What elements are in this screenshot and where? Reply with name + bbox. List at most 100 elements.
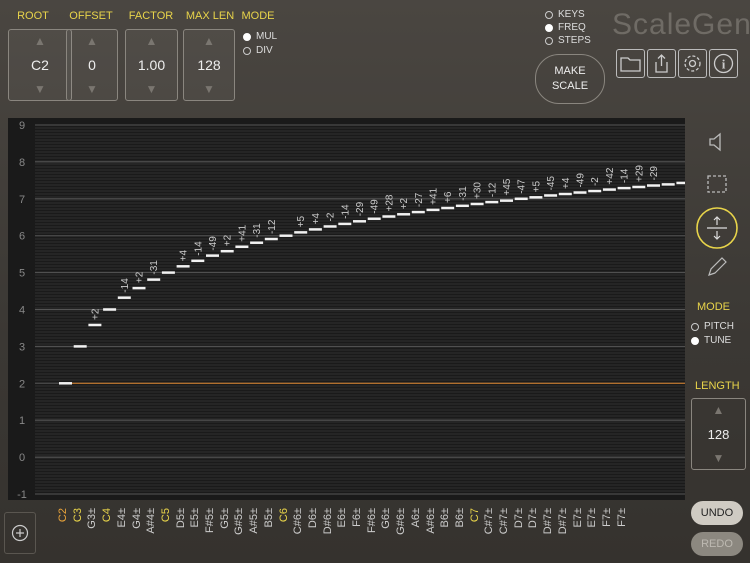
- radio-unselected-icon: [691, 322, 699, 331]
- view-keys-label: KEYS: [558, 9, 585, 20]
- cents-label: +2: [135, 271, 146, 283]
- note-label: E6±: [336, 508, 349, 528]
- redo-button[interactable]: REDO: [691, 532, 743, 556]
- cents-label: +4: [561, 177, 572, 189]
- note-label: F#5±: [204, 508, 216, 533]
- view-steps-radio[interactable]: STEPS: [545, 35, 591, 46]
- cents-label: -2: [326, 212, 337, 221]
- settings-button[interactable]: [678, 49, 707, 78]
- y-tick-label: 9: [19, 120, 25, 132]
- view-steps-label: STEPS: [558, 35, 591, 46]
- max-len-label: MAX LEN: [185, 10, 235, 22]
- radio-selected-icon: [545, 23, 553, 32]
- view-freq-label: FREQ: [558, 22, 586, 33]
- radio-unselected-icon: [545, 10, 553, 19]
- note-label: D7±: [527, 508, 540, 529]
- export-button[interactable]: [647, 49, 676, 78]
- note-label: G#5±: [233, 508, 246, 535]
- cents-label: +4: [311, 213, 322, 225]
- increment-arrow-icon[interactable]: ▲: [9, 34, 71, 48]
- speaker-icon[interactable]: [704, 130, 730, 154]
- add-circle-icon: [11, 524, 29, 542]
- cents-label: -12: [487, 182, 498, 197]
- cents-label: +41: [429, 187, 440, 204]
- note-label: G5±: [218, 508, 231, 529]
- max-len-stepper[interactable]: ▲ 128 ▼: [183, 29, 235, 101]
- root-label: ROOT: [17, 10, 49, 22]
- length-stepper[interactable]: ▲ 128 ▼: [691, 398, 746, 470]
- mode-pitch-radio[interactable]: PITCH: [691, 321, 734, 332]
- mode-div-label: DIV: [256, 45, 273, 56]
- gear-icon: [684, 55, 701, 72]
- factor-label: FACTOR: [128, 10, 174, 22]
- decrement-arrow-icon[interactable]: ▼: [9, 82, 71, 96]
- mode-mul-radio[interactable]: MUL: [243, 31, 277, 42]
- note-label: E7±: [586, 508, 599, 528]
- y-tick-label: 7: [19, 194, 25, 206]
- view-freq-radio[interactable]: FREQ: [545, 22, 586, 33]
- decrement-arrow-icon[interactable]: ▼: [184, 82, 234, 96]
- note-label: F#6±: [365, 508, 378, 533]
- cents-label: -14: [340, 204, 351, 219]
- y-tick-label: 4: [19, 305, 25, 317]
- open-button[interactable]: [616, 49, 645, 78]
- move-vertical-icon[interactable]: [695, 206, 739, 250]
- mode-tune-radio[interactable]: TUNE: [691, 335, 731, 346]
- note-label: C#7±: [483, 508, 496, 535]
- note-label: C#6±: [292, 508, 305, 535]
- root-stepper[interactable]: ▲ C2 ▼: [8, 29, 72, 101]
- increment-arrow-icon[interactable]: ▲: [126, 34, 177, 48]
- radio-selected-icon: [243, 32, 251, 41]
- info-icon: i: [713, 53, 734, 74]
- increment-arrow-icon[interactable]: ▲: [184, 34, 234, 48]
- pencil-icon[interactable]: [706, 256, 728, 278]
- cents-label: +5: [531, 180, 542, 192]
- note-label: A#6±: [424, 508, 437, 534]
- make-scale-button[interactable]: MAKE SCALE: [535, 54, 605, 104]
- note-label: E4±: [115, 508, 128, 528]
- decrement-arrow-icon[interactable]: ▼: [692, 451, 745, 465]
- y-tick-label: 8: [19, 157, 25, 169]
- mode-div-radio[interactable]: DIV: [243, 45, 273, 56]
- offset-stepper[interactable]: ▲ 0 ▼: [66, 29, 118, 101]
- mode-pitch-label: PITCH: [704, 321, 734, 332]
- note-label: A6±: [409, 508, 422, 528]
- note-label: C6: [277, 508, 290, 523]
- factor-stepper[interactable]: ▲ 1.00 ▼: [125, 29, 178, 101]
- scale-chart[interactable]: -1 0 1 2 3 4 5 6 7 8 9 +2 -14 +2 -31 +4 -14 -49 +2 +41 -31 -1…: [8, 118, 685, 500]
- note-label: E5±: [189, 508, 202, 528]
- offset-value: 0: [88, 57, 96, 73]
- y-tick-label: -1: [17, 489, 27, 500]
- select-icon[interactable]: [705, 172, 729, 196]
- cents-label: -14: [120, 278, 131, 293]
- decrement-arrow-icon[interactable]: ▼: [67, 82, 117, 96]
- zoom-button[interactable]: [4, 512, 36, 554]
- folder-icon: [620, 57, 641, 72]
- note-label: B6±: [439, 508, 452, 528]
- note-label: F6±: [351, 508, 363, 527]
- increment-arrow-icon[interactable]: ▲: [692, 403, 745, 417]
- app-title: ScaleGen: [612, 8, 750, 41]
- radio-unselected-icon: [243, 46, 251, 55]
- cents-label: -14: [620, 168, 631, 183]
- cents-label: +2: [399, 197, 410, 209]
- y-tick-label: 6: [19, 231, 25, 243]
- scale-plot-svg[interactable]: -10123456789+2-14+2-31+4 -14 -49 +2 +41 -31 -1…: [8, 118, 685, 500]
- cents-label: +29: [634, 165, 645, 182]
- cents-label: +2: [223, 234, 234, 246]
- note-label: C2: [57, 508, 69, 523]
- note-label: D#7±: [542, 508, 555, 535]
- cents-label: +4: [179, 249, 190, 261]
- view-keys-radio[interactable]: KEYS: [545, 9, 585, 20]
- y-tick-label: 0: [19, 452, 25, 464]
- increment-arrow-icon[interactable]: ▲: [67, 34, 117, 48]
- cents-label: -49: [576, 173, 587, 188]
- note-label: G#6±: [395, 508, 408, 535]
- undo-button[interactable]: UNDO: [691, 501, 743, 525]
- factor-value: 1.00: [137, 57, 166, 73]
- info-button[interactable]: i: [709, 49, 738, 78]
- note-label: F7±: [600, 508, 613, 527]
- decrement-arrow-icon[interactable]: ▼: [126, 82, 177, 96]
- cents-label: -29: [649, 166, 660, 181]
- cents-label: -31: [458, 186, 469, 201]
